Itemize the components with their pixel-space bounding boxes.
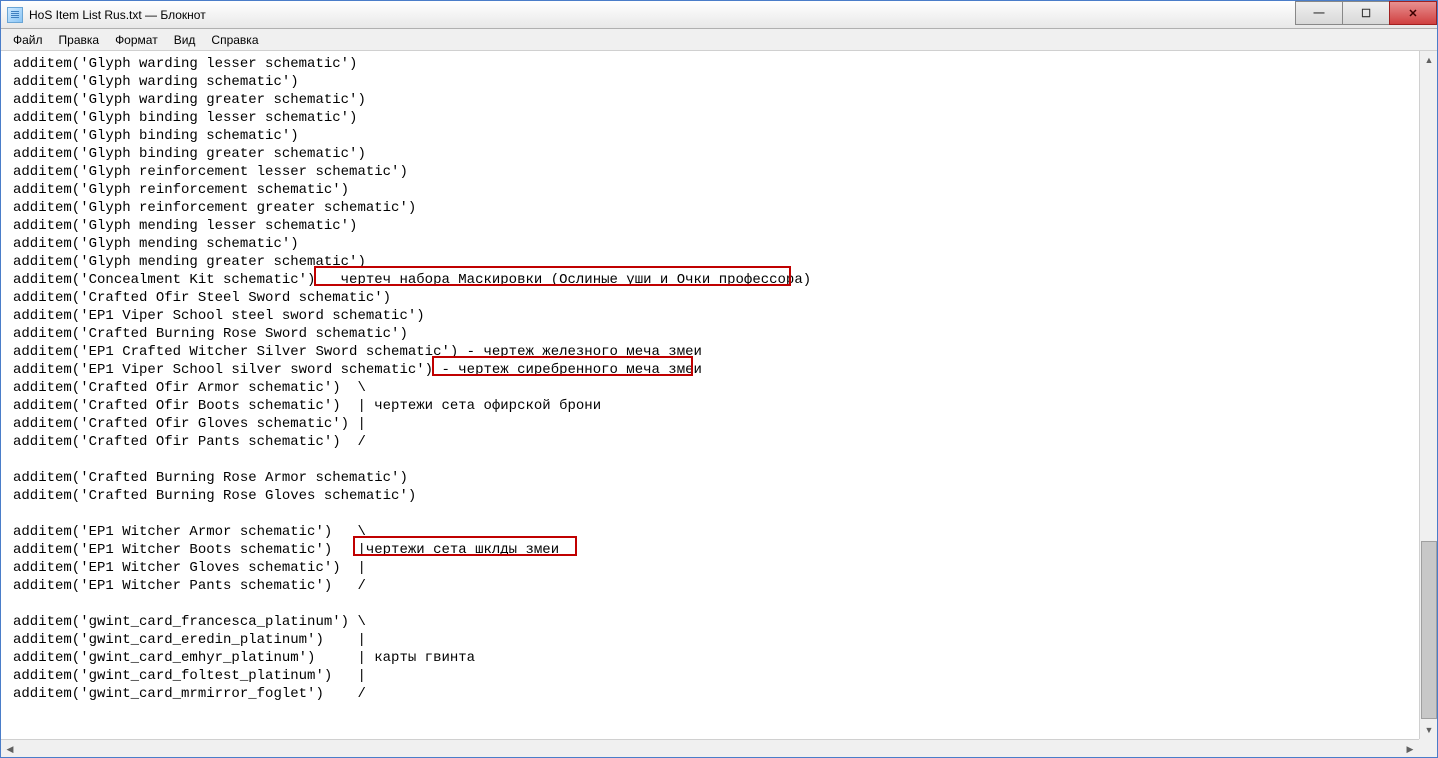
window-title: HoS Item List Rus.txt — Блокнот [29, 8, 206, 22]
notepad-icon [7, 7, 23, 23]
menu-file[interactable]: Файл [5, 31, 51, 49]
notepad-window: HoS Item List Rus.txt — Блокнот — ☐ ✕ Фа… [0, 0, 1438, 758]
menu-help[interactable]: Справка [203, 31, 266, 49]
scroll-up-button[interactable]: ▲ [1421, 51, 1437, 69]
close-button[interactable]: ✕ [1389, 1, 1437, 25]
titlebar[interactable]: HoS Item List Rus.txt — Блокнот — ☐ ✕ [1, 1, 1437, 29]
scroll-down-button[interactable]: ▼ [1421, 721, 1437, 739]
minimize-button[interactable]: — [1295, 1, 1343, 25]
text-editor[interactable]: additem('Glyph warding lesser schematic'… [1, 51, 1419, 739]
maximize-button[interactable]: ☐ [1342, 1, 1390, 25]
menubar: Файл Правка Формат Вид Справка [1, 29, 1437, 51]
maximize-icon: ☐ [1361, 7, 1371, 20]
menu-edit[interactable]: Правка [51, 31, 108, 49]
vertical-scroll-thumb[interactable] [1421, 541, 1437, 719]
scroll-right-button[interactable]: ▶ [1401, 741, 1419, 757]
vertical-scrollbar[interactable]: ▲ ▼ [1419, 51, 1437, 739]
scroll-corner [1419, 739, 1437, 757]
window-controls: — ☐ ✕ [1296, 1, 1437, 25]
minimize-icon: — [1314, 7, 1325, 19]
content-area: additem('Glyph warding lesser schematic'… [1, 51, 1437, 757]
close-icon: ✕ [1408, 7, 1417, 20]
horizontal-scrollbar[interactable]: ◀ ▶ [1, 739, 1419, 757]
menu-view[interactable]: Вид [166, 31, 204, 49]
scroll-left-button[interactable]: ◀ [1, 741, 19, 757]
menu-format[interactable]: Формат [107, 31, 166, 49]
